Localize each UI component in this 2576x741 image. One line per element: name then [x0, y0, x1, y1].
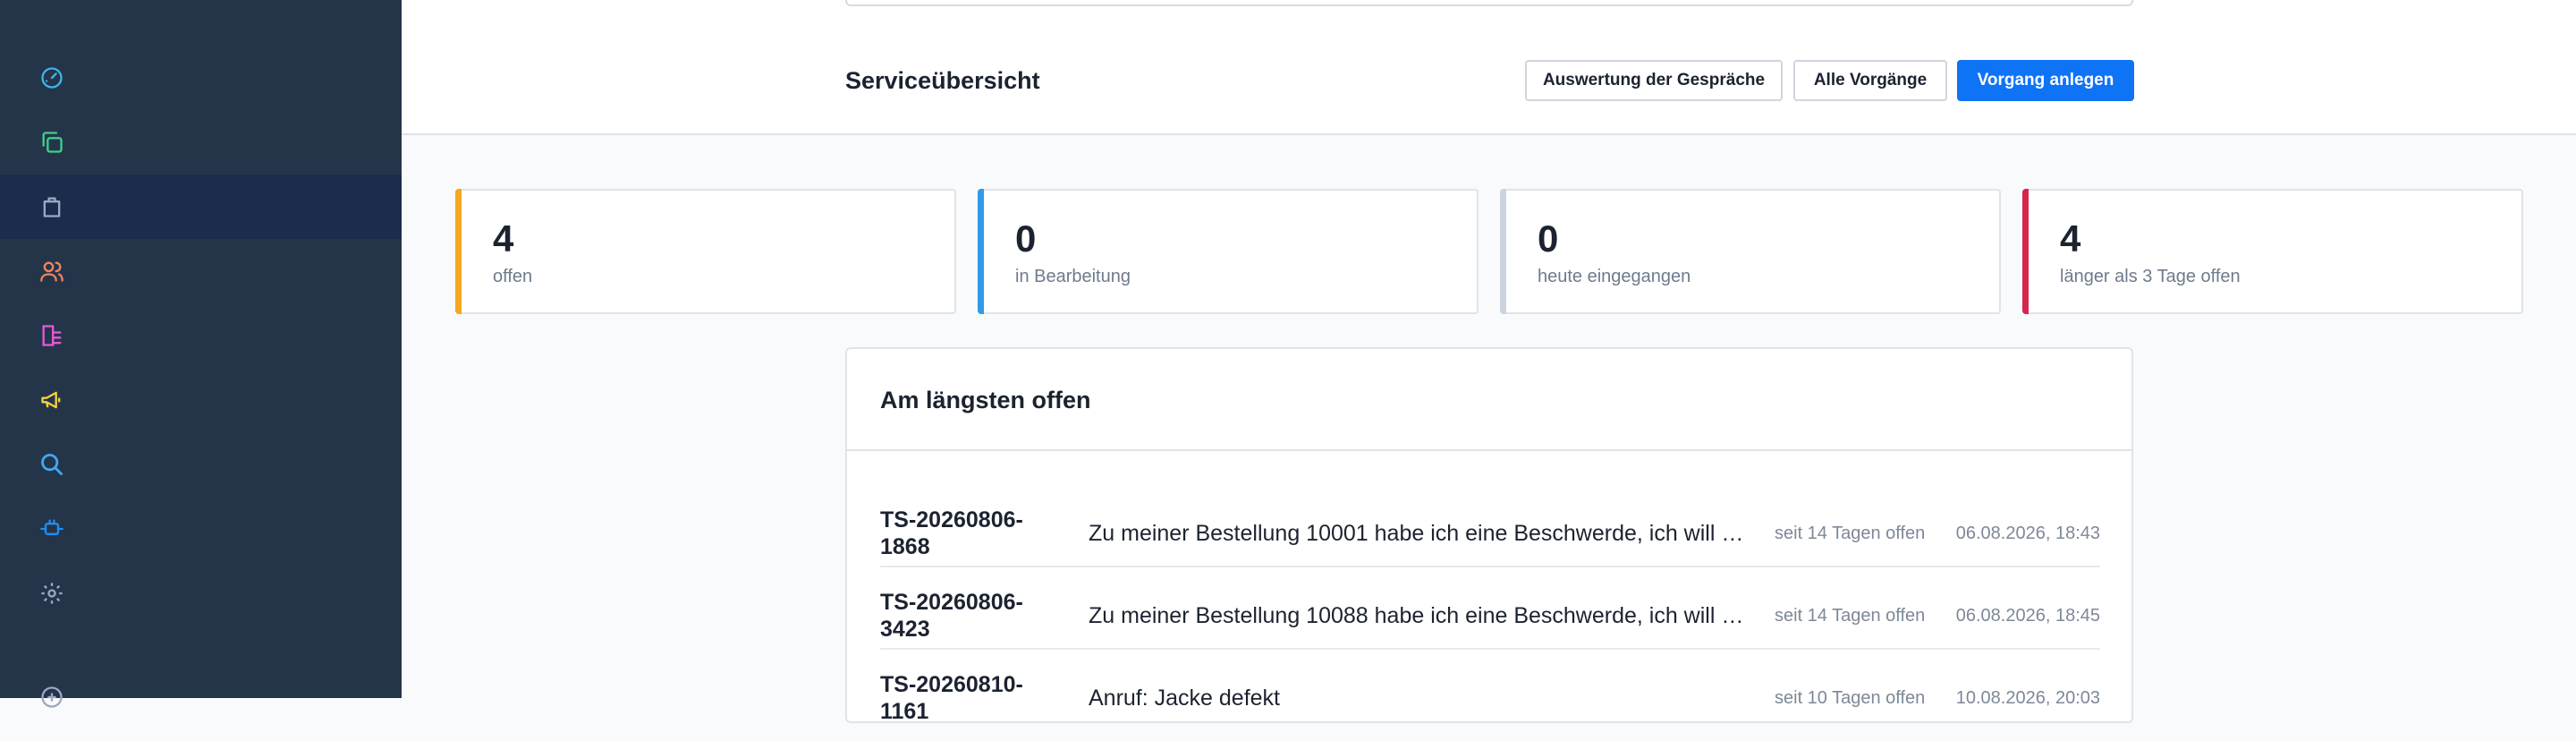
stat-value: 4 — [2060, 217, 2081, 260]
case-subject: Zu meiner Bestellung 10088 habe ich eine… — [1089, 603, 1744, 628]
table-row[interactable]: TS-20260806-3423 Zu meiner Bestellung 10… — [880, 576, 2100, 659]
case-age: seit 14 Tagen offen — [1775, 606, 1926, 626]
case-date: 06.08.2026, 18:45 — [1955, 606, 2100, 626]
search-input[interactable] — [845, 0, 2133, 6]
row-divider — [880, 566, 2100, 567]
page-header: Serviceübersicht Auswertung der Gespräch… — [402, 28, 2576, 135]
sidebar-item-copies[interactable] — [0, 110, 402, 175]
case-subject: Zu meiner Bestellung 10001 habe ich eine… — [1089, 521, 1744, 546]
case-id: TS-20260806-3423 — [880, 590, 1023, 642]
stat-accent — [455, 189, 462, 314]
stat-value: 0 — [1015, 217, 1037, 260]
list-icon — [42, 325, 62, 346]
sidebar-item-shopping[interactable] — [0, 175, 402, 239]
case-date: 10.08.2026, 20:03 — [1955, 688, 2100, 708]
stat-card-today[interactable]: 0 heute eingegangen — [1500, 189, 2001, 314]
case-id: TS-20260810-1161 — [880, 672, 1023, 724]
stat-value: 4 — [493, 217, 514, 260]
all-cases-button[interactable]: Alle Vorgänge — [1793, 60, 1947, 101]
shopping-bag-icon — [43, 197, 61, 217]
stat-card-in-progress[interactable]: 0 in Bearbeitung — [978, 189, 1479, 314]
copy-icon — [42, 132, 63, 153]
stat-label: offen — [493, 267, 533, 286]
row-divider — [880, 648, 2100, 650]
page-title: Serviceübersicht — [845, 67, 1040, 94]
gauge-icon — [41, 67, 63, 89]
gear-icon — [41, 583, 63, 604]
sidebar-item-marketing[interactable] — [0, 368, 402, 432]
sidebar-item-lists[interactable] — [0, 303, 402, 368]
sidebar-item-customers[interactable] — [0, 239, 402, 303]
sidebar-item-dashboard[interactable] — [0, 46, 402, 110]
top-bar — [402, 0, 2576, 30]
sidebar-item-settings[interactable] — [0, 561, 402, 626]
table-row[interactable]: TS-20260810-1161 Anruf: Jacke defekt sei… — [880, 659, 2100, 741]
sidebar-item-plugins[interactable] — [0, 497, 402, 561]
search-icon — [41, 454, 63, 475]
stat-value: 0 — [1538, 217, 1559, 260]
stat-accent — [2022, 189, 2029, 314]
table-row[interactable]: TS-20260806-1868 Zu meiner Bestellung 10… — [880, 494, 2100, 576]
stat-accent — [1500, 189, 1506, 314]
case-id: TS-20260806-1868 — [880, 507, 1023, 559]
case-age: seit 14 Tagen offen — [1775, 524, 1926, 543]
megaphone-icon — [41, 391, 61, 409]
create-case-button[interactable]: Vorgang anlegen — [1957, 60, 2134, 101]
stat-card-open[interactable]: 4 offen — [455, 189, 956, 314]
card-title: Am längsten offen — [880, 387, 1091, 413]
divider — [847, 449, 2131, 451]
sidebar-item-search[interactable] — [0, 432, 402, 497]
stat-card-overdue[interactable]: 4 länger als 3 Tage offen — [2022, 189, 2523, 314]
plus-circle-icon — [41, 686, 63, 708]
longest-open-card: Am längsten offen TS-20260806-1868 Zu me… — [845, 347, 2133, 724]
evaluation-button[interactable]: Auswertung der Gespräche — [1525, 60, 1783, 101]
sidebar-item-more[interactable] — [0, 665, 402, 729]
stat-label: länger als 3 Tage offen — [2060, 267, 2241, 286]
stat-label: in Bearbeitung — [1015, 267, 1131, 286]
case-date: 06.08.2026, 18:43 — [1955, 524, 2100, 543]
sidebar — [0, 0, 402, 708]
users-icon — [40, 261, 64, 282]
plug-icon — [40, 519, 64, 535]
case-subject: Anruf: Jacke defekt — [1089, 686, 1281, 711]
stat-label: heute eingegangen — [1538, 267, 1691, 286]
case-age: seit 10 Tagen offen — [1775, 688, 1926, 708]
stat-accent — [978, 189, 984, 314]
